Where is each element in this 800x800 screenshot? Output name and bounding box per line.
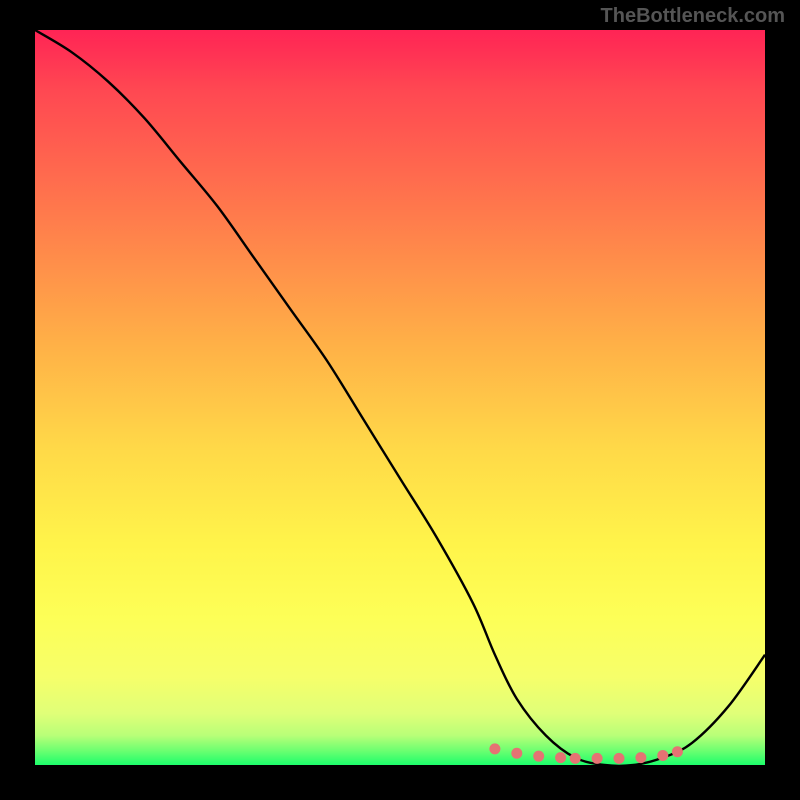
chart-plot-area: [35, 30, 765, 765]
watermark-text: TheBottleneck.com: [601, 5, 785, 28]
bottleneck-dot: [570, 753, 581, 764]
bottleneck-dot: [614, 753, 625, 764]
bottleneck-dot: [672, 746, 683, 757]
bottleneck-dot: [635, 752, 646, 763]
bottleneck-dot: [555, 752, 566, 763]
bottleneck-dot: [533, 751, 544, 762]
bottleneck-dot: [657, 750, 668, 761]
bottleneck-dot: [489, 743, 500, 754]
bottleneck-curve-path: [35, 30, 765, 765]
bottleneck-dots-group: [489, 743, 683, 764]
bottleneck-dot: [592, 753, 603, 764]
chart-svg: [35, 30, 765, 765]
bottleneck-dot: [511, 748, 522, 759]
